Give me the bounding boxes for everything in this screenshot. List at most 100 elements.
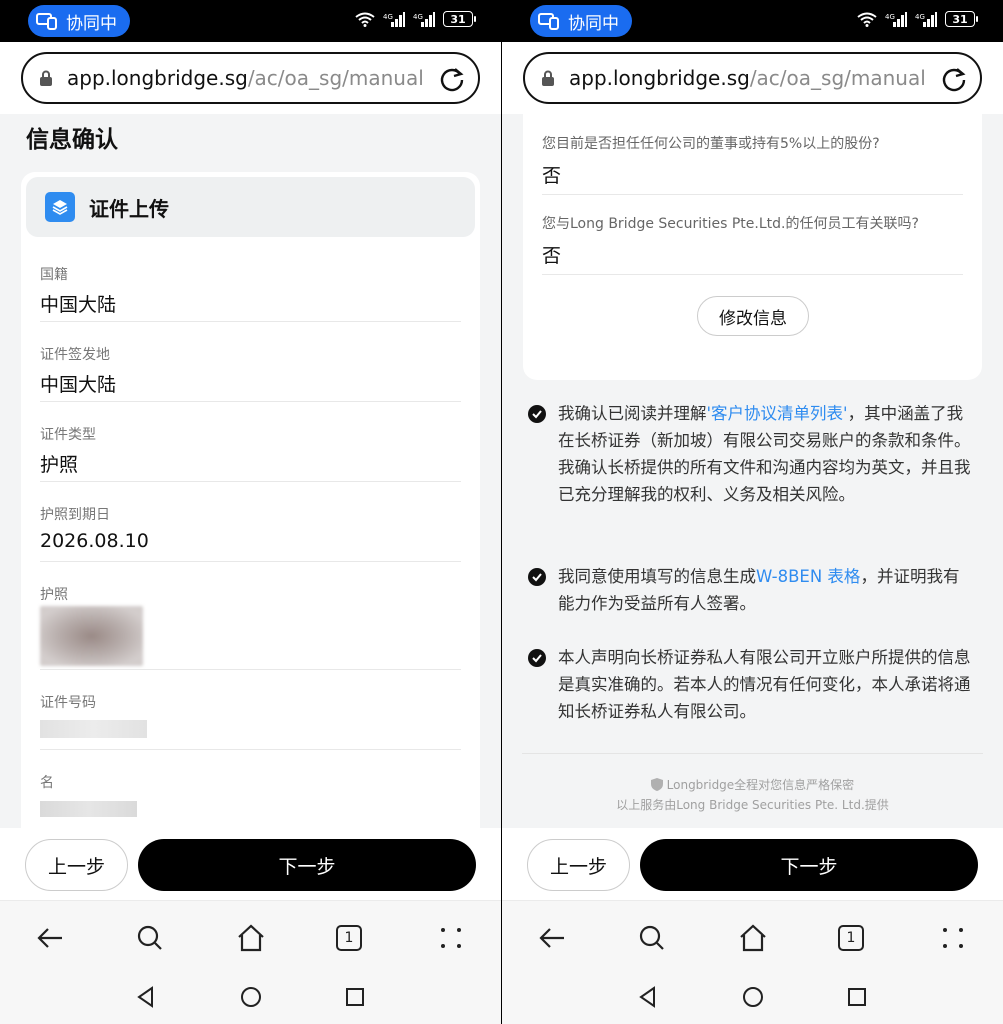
svg-text:4G: 4G	[413, 13, 423, 21]
field-label: 国籍	[40, 267, 68, 283]
agreement-item[interactable]: 我同意使用填写的信息生成W-8BEN 表格，并证明我有能力作为受益所有人签署。	[528, 563, 973, 617]
tabs-icon[interactable]: 1	[336, 925, 362, 951]
action-bar: 上一步 下一步	[502, 828, 1003, 900]
checked-circle-icon[interactable]	[528, 649, 546, 667]
field-label: 证件号码	[40, 695, 96, 711]
home-icon[interactable]	[738, 923, 768, 953]
field-label: 护照到期日	[40, 507, 110, 523]
system-home-icon[interactable]	[240, 986, 262, 1008]
field-value: 护照	[40, 454, 79, 476]
browser-nav-bar: 1	[0, 900, 501, 972]
next-step-button[interactable]: 下一步	[138, 839, 476, 891]
multi-device-icon	[36, 13, 57, 30]
question-row: 您与Long Bridge Securities Pte.Ltd.的任何员工有关…	[542, 195, 963, 275]
agreement-item[interactable]: 我确认已阅读并理解'客户协议清单列表'，其中涵盖了我在长桥证券（新加坡）有限公司…	[528, 400, 973, 508]
field-passport-expiry: 护照到期日 2026.08.10	[40, 482, 461, 562]
back-arrow-icon[interactable]	[35, 923, 65, 953]
lock-icon	[40, 70, 52, 86]
url-text: app.longbridge.sg/ac/oa_sg/manual/cc	[67, 66, 423, 90]
signal-icon: 4G	[413, 11, 435, 27]
reload-icon[interactable]	[940, 65, 968, 93]
field-label: 护照	[40, 587, 68, 603]
tabs-icon[interactable]: 1	[838, 925, 864, 951]
customer-agreement-link[interactable]: '客户协议清单列表'	[707, 404, 848, 423]
layers-icon	[45, 192, 75, 222]
collab-badge[interactable]: 协同中	[530, 5, 632, 37]
svg-text:4G: 4G	[915, 13, 925, 21]
system-back-icon[interactable]	[135, 986, 157, 1008]
field-given-name: 名	[40, 750, 461, 828]
browser-nav-bar: 1	[502, 900, 1003, 972]
search-icon[interactable]	[637, 923, 667, 953]
info-card: 您目前是否担任任何公司的董事或持有5%以上的股份? 否 您与Long Bridg…	[523, 114, 982, 380]
field-id-number: 证件号码	[40, 670, 461, 750]
system-recents-icon[interactable]	[344, 986, 366, 1008]
privacy-note: Longbridge全程对您信息严格保密	[502, 776, 1003, 793]
agreement-text: 本人声明向长桥证券私人有限公司开立账户所提供的信息是真实准确的。若本人的情况有任…	[558, 648, 971, 721]
question-row: 您目前是否担任任何公司的董事或持有5%以上的股份? 否	[542, 114, 963, 195]
system-home-icon[interactable]	[742, 986, 764, 1008]
collab-label: 协同中	[568, 13, 619, 34]
answer-text: 否	[542, 165, 562, 187]
section-title: 证件上传	[89, 196, 169, 221]
reload-icon[interactable]	[438, 65, 466, 93]
address-bar[interactable]: app.longbridge.sg/ac/oa_sg/manual/cc	[21, 52, 480, 104]
field-id-type: 证件类型 护照	[40, 402, 461, 482]
signal-icon: 4G	[383, 11, 405, 27]
url-text: app.longbridge.sg/ac/oa_sg/manual/cc	[569, 66, 925, 90]
signal-icon: 4G	[885, 11, 907, 27]
section-header: 证件上传	[26, 177, 475, 237]
search-icon[interactable]	[135, 923, 165, 953]
wifi-icon	[355, 12, 375, 27]
next-step-button[interactable]: 下一步	[640, 839, 978, 891]
status-bar: 协同中 4G 4G 31	[0, 0, 501, 42]
svg-text:4G: 4G	[383, 13, 393, 21]
divider	[522, 753, 983, 754]
field-nationality: 国籍 中国大陆	[40, 242, 461, 322]
collab-badge[interactable]: 协同中	[28, 5, 130, 37]
field-value: 中国大陆	[40, 374, 117, 396]
signal-icon: 4G	[915, 11, 937, 27]
agreement-text: 我确认已阅读并理解'客户协议清单列表'，其中涵盖了我在长桥证券（新加坡）有限公司…	[558, 404, 971, 504]
modify-info-button[interactable]: 修改信息	[697, 296, 809, 336]
passport-image[interactable]	[40, 606, 143, 666]
w8ben-link[interactable]: W-8BEN 表格	[756, 567, 860, 586]
page-content: 信息确认 证件上传 国籍 中国大陆 证件签发地 中国大陆 证件类型 护照 护照到…	[0, 114, 501, 828]
back-arrow-icon[interactable]	[537, 923, 567, 953]
checked-circle-icon[interactable]	[528, 568, 546, 586]
battery-icon: 31	[443, 11, 476, 27]
redacted-value	[40, 801, 137, 817]
field-issue-place: 证件签发地 中国大陆	[40, 322, 461, 402]
prev-step-button[interactable]: 上一步	[25, 839, 128, 891]
svg-text:4G: 4G	[885, 13, 895, 21]
question-text: 您与Long Bridge Securities Pte.Ltd.的任何员工有关…	[542, 216, 919, 232]
answer-text: 否	[542, 245, 562, 267]
system-nav-bar	[502, 972, 1003, 1024]
checked-circle-icon[interactable]	[528, 405, 546, 423]
field-label: 名	[40, 775, 54, 791]
redacted-value	[40, 720, 147, 738]
question-text: 您目前是否担任任何公司的董事或持有5%以上的股份?	[542, 136, 880, 152]
status-bar: 协同中 4G 4G 31	[502, 0, 1003, 42]
menu-dots-icon[interactable]	[437, 923, 467, 953]
right-screen: 协同中 4G 4G 31 app.longbridge.sg/ac/oa_sg/…	[502, 0, 1003, 1024]
battery-icon: 31	[945, 11, 978, 27]
system-recents-icon[interactable]	[846, 986, 868, 1008]
home-icon[interactable]	[236, 923, 266, 953]
system-back-icon[interactable]	[637, 986, 659, 1008]
id-upload-card: 证件上传 国籍 中国大陆 证件签发地 中国大陆 证件类型 护照 护照到期日 20…	[21, 172, 480, 828]
wifi-icon	[857, 12, 877, 27]
prev-step-button[interactable]: 上一步	[527, 839, 630, 891]
menu-dots-icon[interactable]	[939, 923, 969, 953]
field-value: 2026.08.10	[40, 530, 149, 552]
field-value: 中国大陆	[40, 294, 117, 316]
agreement-text: 我同意使用填写的信息生成W-8BEN 表格，并证明我有能力作为受益所有人签署。	[558, 567, 960, 613]
address-bar[interactable]: app.longbridge.sg/ac/oa_sg/manual/cc	[523, 52, 982, 104]
shield-icon	[650, 778, 663, 791]
multi-device-icon	[538, 13, 559, 30]
agreement-item[interactable]: 本人声明向长桥证券私人有限公司开立账户所提供的信息是真实准确的。若本人的情况有任…	[528, 644, 973, 725]
page-content: 您目前是否担任任何公司的董事或持有5%以上的股份? 否 您与Long Bridg…	[502, 114, 1003, 828]
field-label: 证件签发地	[40, 347, 110, 363]
lock-icon	[542, 70, 554, 86]
field-passport-photo: 护照	[40, 562, 461, 670]
